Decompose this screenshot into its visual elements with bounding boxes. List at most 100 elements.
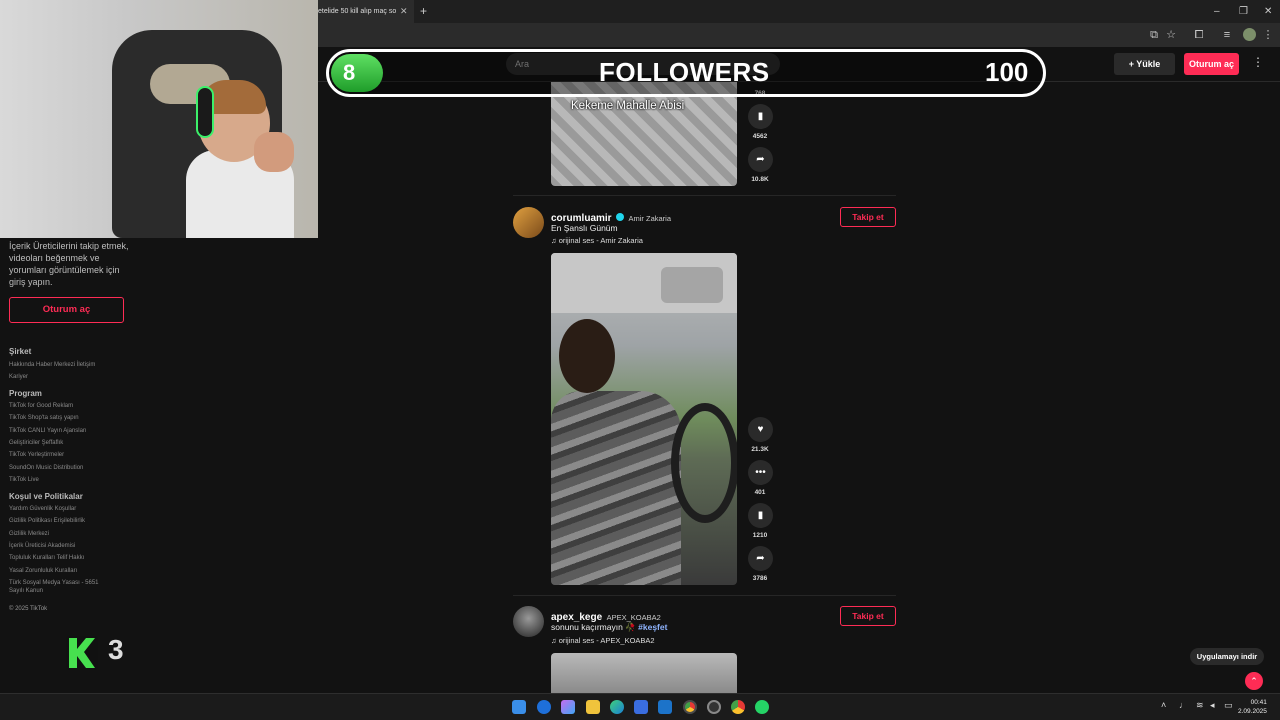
media-control-icon[interactable]: ≡ — [1219, 27, 1235, 43]
post-sound[interactable]: ♫ orijinal ses - Amir Zakaria — [551, 236, 643, 245]
maximize-button[interactable]: ❐ — [1239, 0, 1248, 23]
upload-button[interactable]: + Yükle — [1114, 53, 1175, 75]
profile-avatar-icon[interactable] — [1243, 28, 1256, 41]
close-window-button[interactable]: ✕ — [1264, 0, 1272, 23]
share-icon[interactable]: ➦ — [748, 546, 773, 571]
video-player[interactable] — [551, 653, 737, 693]
extensions-icon[interactable]: ⧠ — [1191, 27, 1207, 43]
minimize-button[interactable]: – — [1214, 0, 1220, 23]
footer-link[interactable]: TikTok CANLI Yayın Ajansları — [9, 428, 87, 434]
description-text: sonunu kaçırmayın 🥀 — [551, 622, 636, 632]
store-icon[interactable] — [634, 700, 648, 714]
volume-icon[interactable]: ◂ — [1210, 700, 1215, 711]
follow-button[interactable]: Takip et — [840, 606, 896, 626]
bookmark-star-icon[interactable]: ☆ — [1163, 27, 1179, 43]
comment-icon[interactable]: ••• — [748, 460, 773, 485]
share-count: 3786 — [752, 575, 768, 582]
sidebar-login-button[interactable]: Oturum aç — [9, 297, 124, 323]
post-description: En Şanslı Günüm — [551, 223, 618, 233]
clock-time: 00:41 — [1250, 699, 1267, 706]
sound-label: orijinal ses - Amir Zakaria — [558, 236, 643, 245]
man-jacket — [551, 391, 681, 585]
chrome-profile-icon[interactable] — [731, 700, 745, 714]
new-tab-button[interactable]: + — [420, 0, 427, 23]
footer-link[interactable]: TikTok Shop'ta satış yapın — [9, 415, 79, 421]
like-count: 21.3K — [751, 446, 769, 453]
windows-start-icon[interactable] — [512, 700, 526, 714]
footer-link[interactable]: Yardım Güvenlik Koşullar — [9, 506, 76, 512]
footer-link[interactable]: Topluluk Kuralları Telif Hakkı — [9, 555, 84, 561]
man-head — [559, 319, 615, 393]
obs-icon[interactable] — [707, 700, 721, 714]
bookmark-icon[interactable]: ▮ — [748, 503, 773, 528]
video-player[interactable] — [551, 253, 737, 585]
more-menu-icon[interactable]: ⋮ — [1252, 55, 1264, 69]
hashtag-link[interactable]: #keşfet — [638, 622, 667, 632]
outlook-icon[interactable] — [658, 700, 672, 714]
section-title-company: Şirket — [9, 347, 32, 356]
followers-title: FOLLOWERS — [599, 57, 770, 87]
heart-icon[interactable]: ♥ — [748, 417, 773, 442]
display-name: APEX_KOABA2 — [606, 613, 661, 622]
tab-close-icon[interactable]: ✕ — [400, 0, 408, 23]
login-prompt-text: İçerik Üreticilerini takip etmek, videol… — [9, 241, 129, 287]
follow-button[interactable]: Takip et — [840, 207, 896, 227]
car-sun-visor — [661, 267, 723, 303]
copilot-icon[interactable] — [561, 700, 575, 714]
footer-link[interactable]: Gizlilik Merkezi — [9, 531, 49, 537]
file-explorer-icon[interactable] — [586, 700, 600, 714]
wifi-icon[interactable]: ≋ — [1196, 700, 1204, 711]
footer-link[interactable]: Yasal Zorunluluk Kuralları — [9, 568, 77, 574]
browser-toolbar: ⧉ ☆ ⧠ ≡ ⋮ — [318, 23, 1280, 47]
bookmark-icon[interactable]: ▮ — [748, 104, 773, 129]
share-count: 10.8K — [751, 176, 769, 183]
post-sound[interactable]: ♫ orijinal ses - APEX_KOABA2 — [551, 636, 655, 645]
windows-taskbar: ˄ ♩ ≋ ◂ ▭ 00:41 2.09.2025 — [0, 693, 1280, 720]
footer-link[interactable]: Hakkında Haber Merkezi İletişim — [9, 362, 95, 368]
footer-link[interactable]: Türk Sosyal Medya Yasası - 5651 — [9, 580, 99, 586]
music-note-icon: ♫ — [551, 236, 559, 245]
music-note-icon: ♫ — [551, 636, 559, 645]
save-count: 4562 — [752, 133, 768, 140]
video-player[interactable]: Kekeme Mahalle Abisi — [551, 82, 737, 186]
share-icon[interactable]: ➦ — [748, 147, 773, 172]
login-button[interactable]: Oturum aç — [1184, 53, 1239, 75]
post-description: sonunu kaçırmayın 🥀 #keşfet — [551, 622, 667, 633]
sound-label: orijinal ses - APEX_KOABA2 — [558, 636, 655, 645]
footer-link[interactable]: SoundOn Music Distribution — [9, 465, 83, 471]
webcam-feed — [0, 0, 318, 238]
headset-icon — [196, 86, 214, 138]
system-clock[interactable]: 00:41 2.09.2025 — [1238, 698, 1267, 716]
battery-icon[interactable]: ▭ — [1224, 700, 1233, 711]
footer-link[interactable]: Gizlilik Politikası Erişilebilirlik — [9, 518, 85, 524]
display-name: Amir Zakaria — [628, 214, 671, 223]
steering-wheel — [671, 403, 737, 523]
tray-chevron-icon[interactable]: ˄ — [1161, 700, 1166, 710]
footer-link[interactable]: TikTok Yerleştirmeler — [9, 452, 64, 458]
chrome-icon[interactable] — [683, 700, 697, 714]
install-app-icon[interactable]: ⧉ — [1146, 27, 1162, 43]
tab-title: etelide 50 kill alıp maç so — [318, 8, 397, 15]
k3-logo: 3 — [66, 634, 130, 672]
whatsapp-icon[interactable] — [755, 700, 769, 714]
edge-icon[interactable] — [610, 700, 624, 714]
clock-date: 2.09.2025 — [1238, 708, 1267, 715]
avatar[interactable] — [513, 606, 544, 637]
microphone-icon[interactable]: ♩ — [1179, 700, 1188, 710]
download-app-button[interactable]: Uygulamayı indir — [1190, 648, 1264, 665]
footer-link[interactable]: İçerik Üreticisi Akademisi — [9, 543, 75, 549]
avatar[interactable] — [513, 207, 544, 238]
footer-link[interactable]: TikTok Live — [9, 477, 39, 483]
k-logo-icon — [66, 636, 98, 670]
section-title-program: Program — [9, 389, 42, 398]
post-divider — [513, 195, 896, 196]
browser-tab-bar: etelide 50 kill alıp maç so ✕ + – ❐ ✕ — [318, 0, 1280, 23]
footer-link[interactable]: Geliştiriciler Şeffaflık — [9, 440, 63, 446]
scroll-to-top-icon[interactable]: ⌃ — [1245, 672, 1263, 690]
section-title-terms: Koşul ve Politikalar — [9, 492, 83, 501]
footer-link[interactable]: Sayılı Kanun — [9, 588, 43, 594]
browser-menu-icon[interactable]: ⋮ — [1260, 27, 1276, 43]
footer-link[interactable]: Kariyer — [9, 374, 28, 380]
search-icon[interactable] — [537, 700, 551, 714]
footer-link[interactable]: TikTok for Good Reklam — [9, 403, 73, 409]
